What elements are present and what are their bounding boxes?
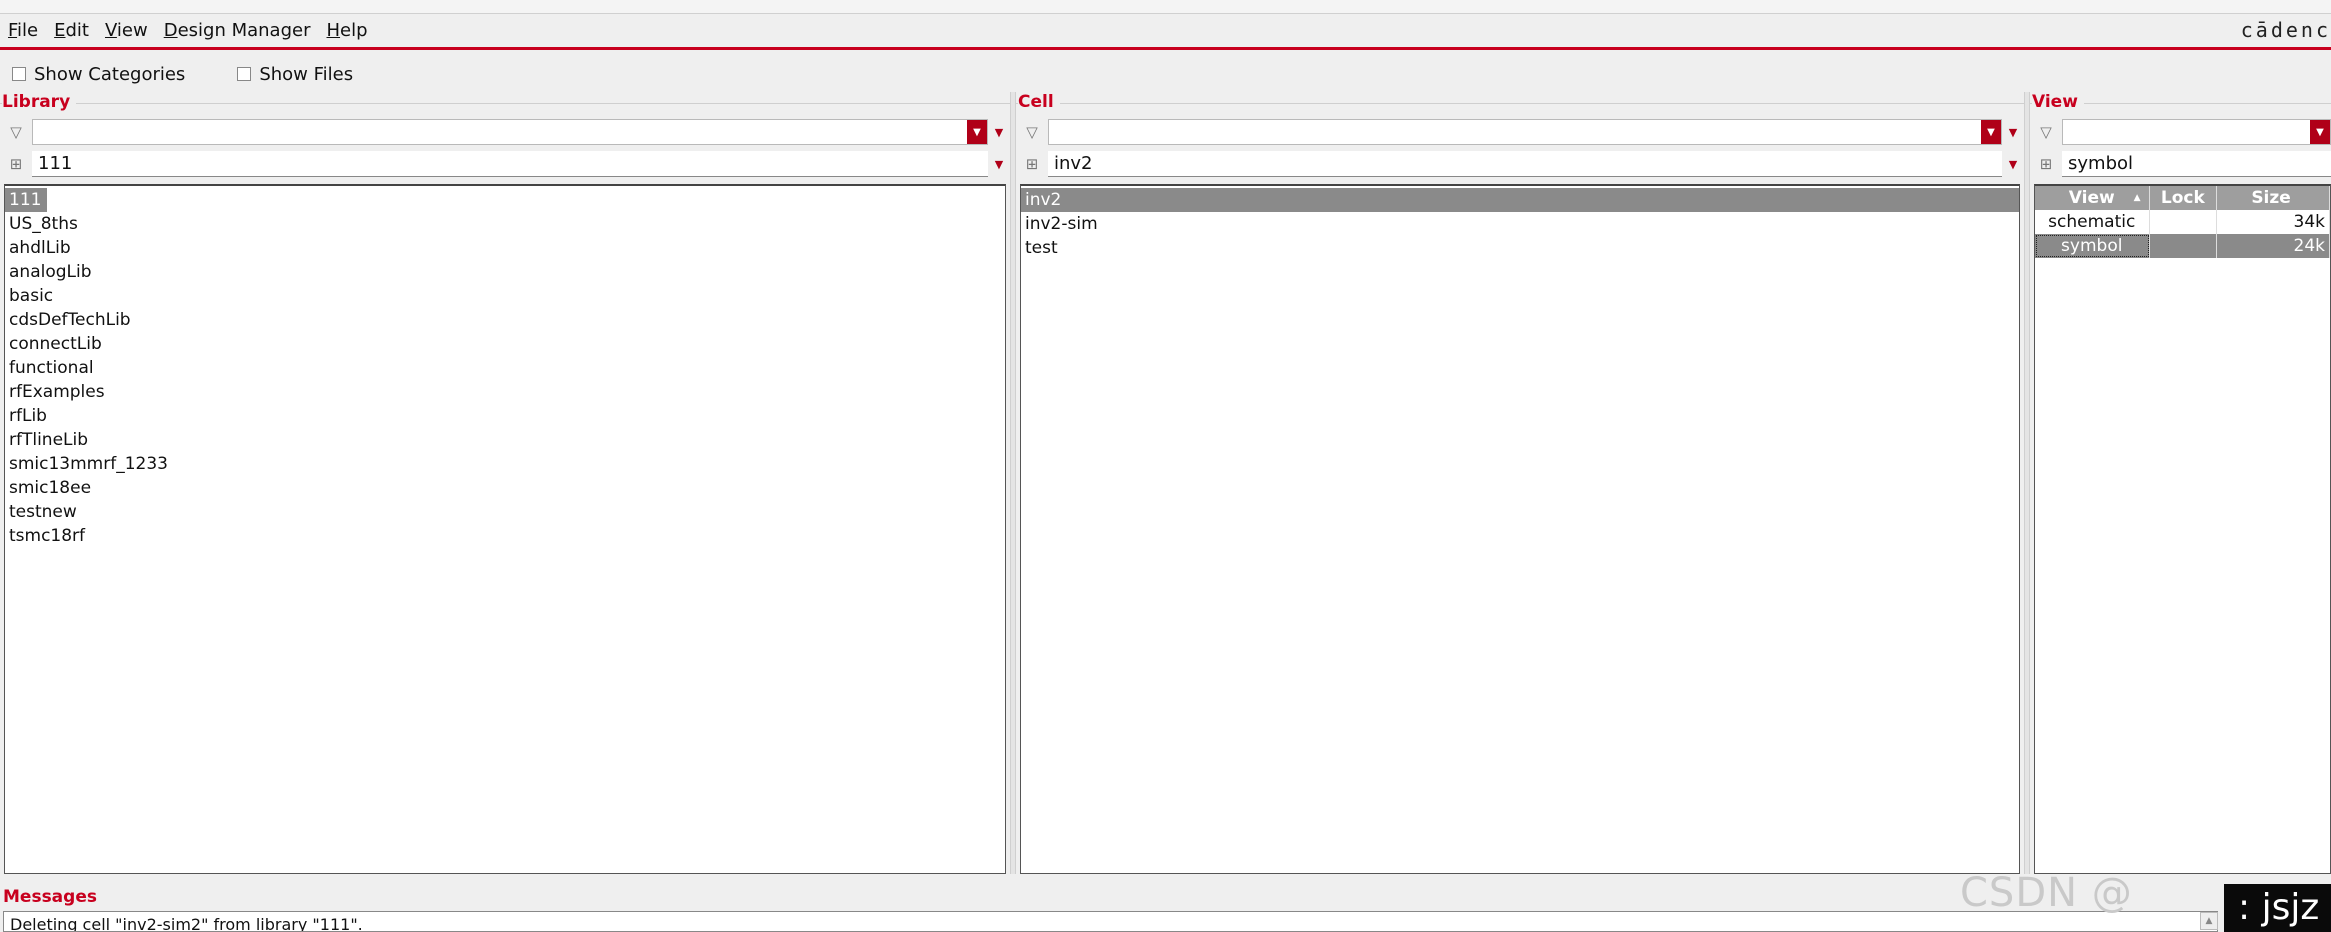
cell-filter-row: ▽ ▼ ▼ [1016, 118, 2024, 146]
checkbox-box[interactable] [12, 67, 26, 81]
corner-overlay-text: : jsjz [2224, 884, 2331, 932]
list-item[interactable]: rfExamples [5, 380, 1005, 404]
sort-asc-icon: ▲ [2133, 193, 2141, 203]
column-header-lock[interactable]: Lock [2150, 186, 2218, 210]
hierarchy-icon: ⊞ [2039, 155, 2053, 173]
cell-filter-combo[interactable]: ▼ [1048, 119, 2002, 145]
view-table-header: View ▲ Lock Size [2035, 186, 2330, 210]
cell-title: Cell [1018, 92, 1060, 112]
cell-name-dropdown-icon[interactable]: ▼ [2002, 158, 2024, 171]
library-name-row: ⊞ ▼ [0, 150, 1010, 178]
cell-view-name: symbol [2035, 234, 2150, 258]
library-title: Library [2, 92, 77, 112]
window-title-strip [0, 0, 2331, 14]
scroll-up-icon[interactable]: ▲ [2200, 912, 2218, 930]
view-name-row: ⊞ [2030, 150, 2331, 178]
cell-view-name: schematic [2035, 210, 2150, 234]
menu-design-manager[interactable]: Design Manager [156, 20, 319, 41]
cell-filter-menu-icon[interactable]: ▼ [2002, 126, 2024, 139]
library-filter-menu-icon[interactable]: ▼ [988, 126, 1010, 139]
library-name-dropdown-icon[interactable]: ▼ [988, 158, 1010, 171]
menu-edit[interactable]: Edit [46, 20, 97, 41]
list-item[interactable]: connectLib [5, 332, 1005, 356]
list-item[interactable]: inv2 [1021, 188, 2019, 212]
filter-dropdown-icon[interactable]: ▼ [1981, 120, 2001, 144]
view-title: View [2032, 92, 2084, 112]
cell-list[interactable]: inv2 inv2-sim test [1020, 184, 2020, 874]
list-item[interactable]: rfTlineLib [5, 428, 1005, 452]
messages-log: Deleting cell "inv2-sim2" from library "… [3, 911, 2218, 932]
cell-name-row: ⊞ ▼ [1016, 150, 2024, 178]
menu-file[interactable]: File [0, 20, 46, 41]
library-name-input[interactable] [32, 151, 988, 177]
library-panel: Library ▽ ▼ ▼ ⊞ ▼ 111 US_8ths ahdlLib an… [0, 92, 1010, 874]
view-filter-row: ▽ ▼ [2030, 118, 2331, 146]
show-files-checkbox[interactable]: Show Files [237, 64, 353, 85]
filter-dropdown-icon[interactable]: ▼ [967, 120, 987, 144]
cadence-logo: cādenc [2240, 18, 2331, 42]
list-item[interactable]: tsmc18rf [5, 524, 1005, 548]
list-item[interactable]: basic [5, 284, 1005, 308]
library-list[interactable]: 111 US_8ths ahdlLib analogLib basic cdsD… [4, 184, 1006, 874]
menubar: File Edit View Design Manager Help [0, 14, 2331, 50]
filter-icon: ▽ [1026, 123, 1038, 141]
filter-icon: ▽ [2040, 123, 2052, 141]
view-filter-combo[interactable]: ▼ [2062, 119, 2331, 145]
view-name-input[interactable] [2062, 151, 2331, 177]
list-item[interactable]: cdsDefTechLib [5, 308, 1005, 332]
cell-lock [2150, 234, 2218, 258]
filter-icon: ▽ [10, 123, 22, 141]
cell-size: 24k [2217, 234, 2330, 258]
filter-dropdown-icon[interactable]: ▼ [2310, 120, 2330, 144]
checkbox-box[interactable] [237, 67, 252, 81]
list-item[interactable]: smic18ee [5, 476, 1005, 500]
list-item[interactable]: smic13mmrf_1233 [5, 452, 1005, 476]
view-panel: View ▽ ▼ ⊞ View▲ Lock Size schematic 34k… [2030, 92, 2331, 874]
panel-divider [0, 103, 1010, 104]
table-row[interactable]: schematic 34k [2035, 210, 2330, 234]
library-filter-row: ▽ ▼ ▼ [0, 118, 1010, 146]
hierarchy-icon: ⊞ [9, 155, 23, 173]
cell-size: 34k [2217, 210, 2330, 234]
list-item[interactable]: functional [5, 356, 1005, 380]
list-item[interactable]: ahdlLib [5, 236, 1005, 260]
library-filter-combo[interactable]: ▼ [32, 119, 988, 145]
list-item[interactable]: 111 [5, 188, 1005, 212]
toolbar: Show Categories Show Files [0, 58, 2331, 90]
list-item[interactable]: rfLib [5, 404, 1005, 428]
list-item[interactable]: US_8ths [5, 212, 1005, 236]
cell-name-input[interactable] [1048, 151, 2002, 177]
list-item[interactable]: testnew [5, 500, 1005, 524]
list-item[interactable]: inv2-sim [1021, 212, 2019, 236]
table-row[interactable]: symbol 24k [2035, 234, 2330, 258]
show-categories-checkbox[interactable]: Show Categories [12, 64, 185, 85]
list-item[interactable]: test [1021, 236, 2019, 260]
watermark-text: CSDN @ [1960, 870, 2133, 916]
cell-lock [2150, 210, 2218, 234]
messages-title: Messages [3, 887, 97, 907]
column-header-size[interactable]: Size [2217, 186, 2330, 210]
cell-panel: Cell ▽ ▼ ▼ ⊞ ▼ inv2 inv2-sim test [1016, 92, 2024, 874]
menu-view[interactable]: View [97, 20, 156, 41]
hierarchy-icon: ⊞ [1025, 155, 1039, 173]
menu-help[interactable]: Help [319, 20, 376, 41]
list-item[interactable]: analogLib [5, 260, 1005, 284]
column-header-view[interactable]: View ▲ [2035, 186, 2150, 210]
panel-divider [1016, 103, 2024, 104]
view-table[interactable]: View ▲ Lock Size schematic 34k symbol 24k [2034, 184, 2331, 874]
